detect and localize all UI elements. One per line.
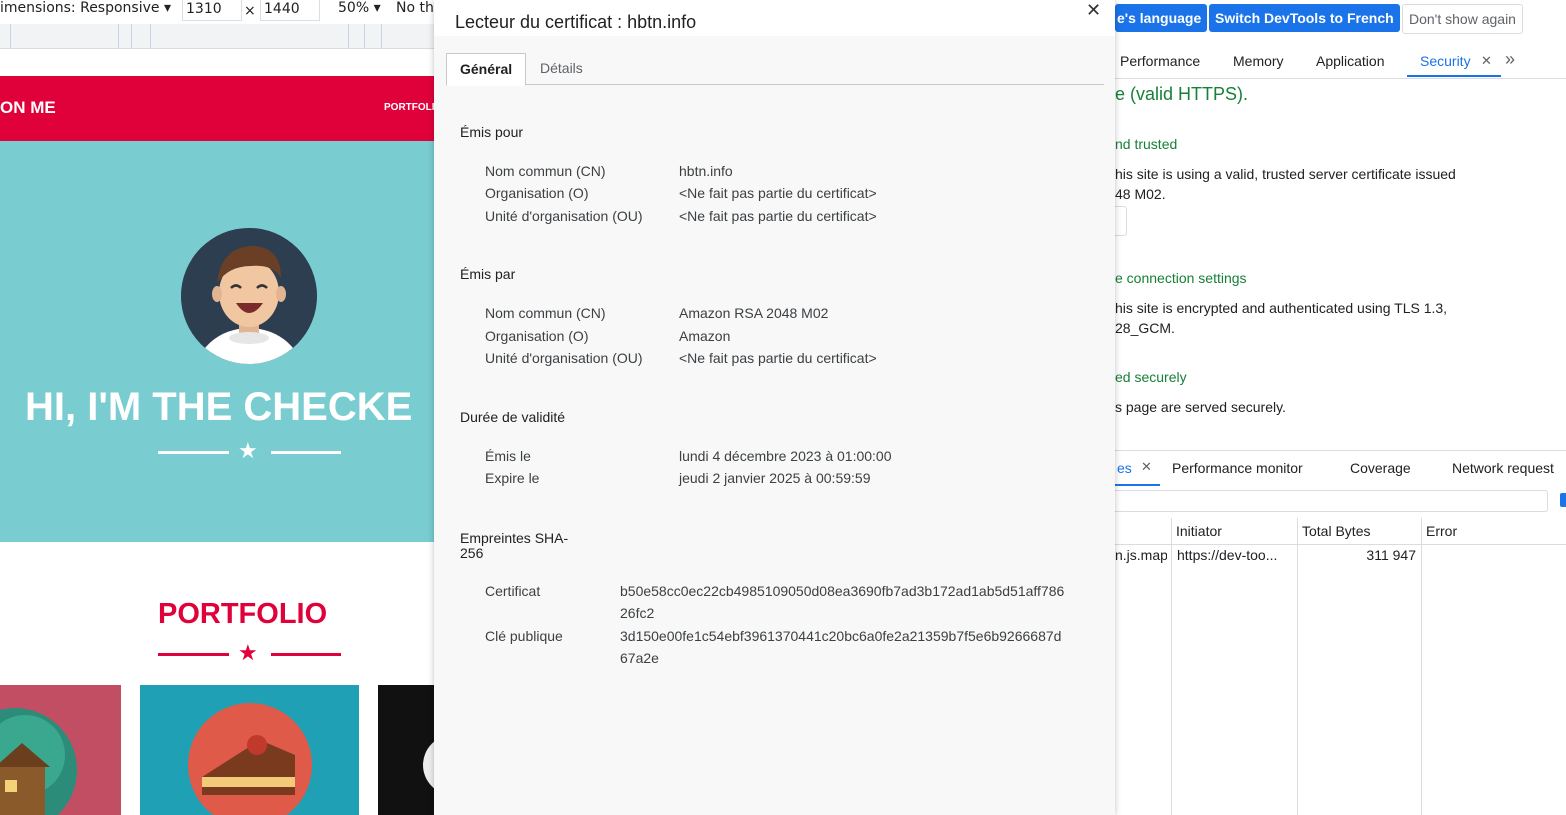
filter-checkbox[interactable]	[1560, 493, 1566, 507]
issued-by-o-value: Amazon	[679, 328, 731, 344]
issued-by-heading: Émis par	[460, 266, 516, 282]
issued-by-ou-value: <Ne fait pas partie du certificat>	[679, 350, 877, 366]
media-query-ruler[interactable]	[0, 24, 434, 49]
tab-application[interactable]: Application	[1316, 53, 1385, 69]
issued-to-ou-value: <Ne fait pas partie du certificat>	[679, 208, 877, 224]
devtools-tab-bar: Performance Memory Application Security …	[1115, 42, 1566, 79]
connection-text-1: his site is encrypted and authenticated …	[1115, 300, 1448, 316]
height-input[interactable]: 1440	[260, 0, 320, 21]
site-header: ON ME PORTFOLI	[0, 76, 435, 141]
switch-language-button[interactable]: Switch DevTools to French	[1209, 4, 1400, 32]
issued-on-label: Émis le	[485, 448, 531, 464]
table-cell-total-bytes: 311 947	[1366, 547, 1416, 563]
issued-to-o-label: Organisation (O)	[485, 185, 589, 201]
network-table: Initiator Total Bytes Error n.js.map htt…	[1115, 518, 1566, 815]
issued-by-cn-label: Nom commun (CN)	[485, 305, 606, 321]
filter-input[interactable]	[1115, 490, 1548, 512]
times-icon: ×	[244, 3, 256, 19]
drawer-tab-network-request[interactable]: Network request	[1452, 460, 1554, 476]
portfolio-card-cake[interactable]	[140, 685, 359, 815]
portfolio-card-dark[interactable]	[378, 685, 434, 815]
width-input[interactable]: 1310	[182, 0, 242, 21]
tab-details[interactable]: Détails	[527, 53, 596, 84]
certificate-header: Lecteur du certificat : hbtn.info ✕	[434, 0, 1115, 36]
view-certificate-button[interactable]	[1115, 206, 1127, 236]
tab-performance[interactable]: Performance	[1120, 53, 1200, 69]
connection-heading: e connection settings	[1115, 270, 1247, 286]
expires-on-value: jeudi 2 janvier 2025 à 00:59:59	[679, 470, 871, 486]
certificate-title: Lecteur du certificat : hbtn.info	[455, 12, 697, 32]
issued-to-ou-label: Unité d'organisation (OU)	[485, 208, 643, 224]
key-fingerprint-label: Clé publique	[485, 628, 563, 644]
issued-to-heading: Émis pour	[460, 124, 524, 140]
issued-to-o-value: <Ne fait pas partie du certificat>	[679, 185, 877, 201]
certificate-heading: nd trusted	[1115, 136, 1178, 152]
portfolio-divider-right	[271, 653, 341, 656]
column-header-name[interactable]	[1115, 518, 1171, 545]
column-header-initiator[interactable]: Initiator	[1171, 518, 1297, 545]
dont-show-again-button[interactable]: Don't show again	[1402, 4, 1523, 34]
certificate-viewer-dialog: Lecteur du certificat : hbtn.info ✕ Géné…	[434, 0, 1115, 815]
portfolio-card-cabin[interactable]	[0, 685, 121, 815]
star-icon: ★	[238, 641, 258, 666]
drawer-tab-performance-monitor[interactable]: Performance monitor	[1172, 460, 1303, 476]
match-language-button[interactable]: e's language	[1115, 4, 1208, 32]
issued-by-ou-label: Unité d'organisation (OU)	[485, 350, 643, 366]
tab-general[interactable]: Général	[446, 53, 527, 86]
drawer-tab-bar: es ✕ Performance monitor Coverage Networ…	[1115, 450, 1566, 488]
hero-title: HI, I'M THE CHECKE	[25, 385, 413, 429]
fingerprints-heading-line-1: Empreintes SHA-	[460, 530, 569, 546]
certificate-tab-bar: Général Détails	[446, 53, 1104, 86]
cert-fingerprint-label: Certificat	[485, 583, 541, 599]
avatar	[181, 228, 317, 364]
resources-heading: ed securely	[1115, 369, 1187, 385]
certificate-text-1: his site is using a valid, trusted serve…	[1115, 166, 1456, 182]
issued-by-o-label: Organisation (O)	[485, 328, 589, 344]
divider-line-right	[271, 451, 341, 454]
security-summary: e (valid HTTPS).	[1115, 84, 1249, 104]
table-cell-initiator[interactable]: https://dev-too...	[1177, 547, 1295, 563]
table-cell-name[interactable]: n.js.map	[1115, 547, 1167, 563]
resources-text: s page are served securely.	[1115, 399, 1286, 415]
close-drawer-tab-icon[interactable]: ✕	[1141, 459, 1152, 475]
divider-line-left	[158, 451, 229, 454]
drawer-active-indicator	[1115, 484, 1160, 486]
close-icon[interactable]: ✕	[1086, 0, 1101, 21]
nav-portfolio-link[interactable]: PORTFOLI	[384, 102, 435, 113]
portfolio-divider-left	[158, 653, 229, 656]
expires-on-label: Expire le	[485, 470, 540, 486]
drawer-tab-coverage[interactable]: Coverage	[1350, 460, 1411, 476]
key-fingerprint-value-line-1: 3d150e00fe1c54ebf3961370441c20bc6a0fe2a2…	[620, 628, 1062, 644]
site-logo[interactable]: ON ME	[0, 98, 56, 118]
issued-to-cn-label: Nom commun (CN)	[485, 163, 606, 179]
devtools-language-bar: e's language Switch DevTools to French D…	[1115, 0, 1566, 40]
throttle-dropdown[interactable]: No th	[396, 0, 434, 16]
validity-heading: Durée de validité	[460, 409, 566, 425]
column-header-error[interactable]: Error	[1421, 518, 1566, 545]
certificate-text-2: 48 M02.	[1115, 186, 1166, 202]
key-fingerprint-value-line-2: 67a2e	[620, 650, 659, 666]
active-tab-indicator	[1407, 75, 1501, 77]
star-icon: ★	[238, 439, 258, 464]
column-header-total-bytes[interactable]: Total Bytes	[1297, 518, 1421, 545]
portfolio-title: PORTFOLIO	[158, 598, 328, 630]
zoom-dropdown[interactable]: 50% ▾	[338, 0, 381, 16]
issued-on-value: lundi 4 décembre 2023 à 01:00:00	[679, 448, 892, 464]
cert-fingerprint-value-line-1: b50e58cc0ec22cb4985109050d08ea3690fb7ad3…	[620, 583, 1065, 599]
fingerprints-heading-line-2: 256	[460, 545, 484, 561]
drawer-tab-active[interactable]: es	[1117, 460, 1132, 476]
more-tabs-icon[interactable]: »	[1505, 49, 1515, 70]
hero-section: HI, I'M THE CHECKE ★	[0, 141, 434, 542]
filter-row	[1115, 487, 1566, 517]
tab-security[interactable]: Security	[1420, 53, 1471, 69]
issued-by-cn-value: Amazon RSA 2048 M02	[679, 305, 829, 321]
cert-fingerprint-value-line-2: 26fc2	[620, 605, 655, 621]
close-tab-icon[interactable]: ✕	[1481, 53, 1492, 69]
connection-text-2: 28_GCM.	[1115, 320, 1175, 336]
dimensions-dropdown[interactable]: imensions: Responsive ▾	[0, 0, 171, 16]
issued-to-cn-value: hbtn.info	[679, 163, 733, 179]
tab-memory[interactable]: Memory	[1233, 53, 1284, 69]
